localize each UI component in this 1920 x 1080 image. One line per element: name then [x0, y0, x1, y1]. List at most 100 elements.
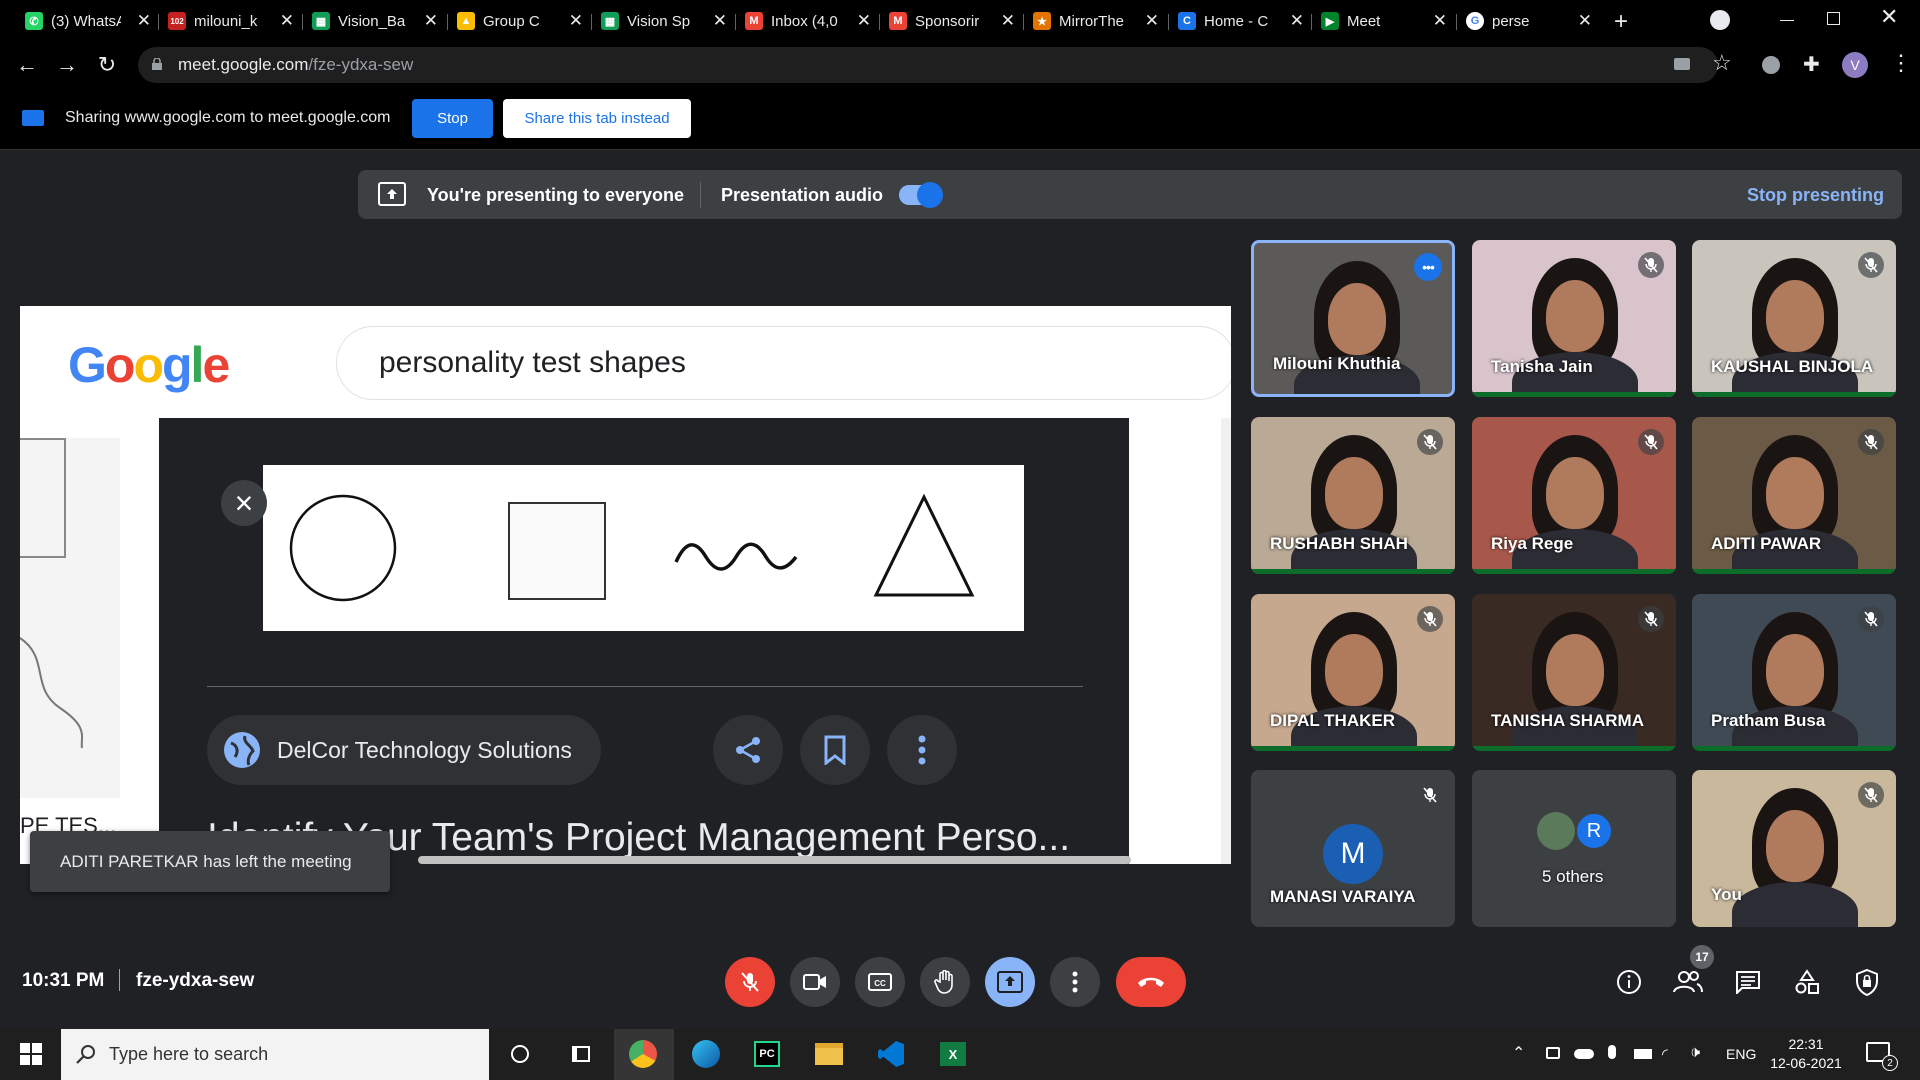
- people-icon[interactable]: [1673, 967, 1703, 997]
- meet-tray-icon[interactable]: [1546, 1047, 1560, 1059]
- horizontal-scrollbar[interactable]: [418, 856, 1131, 864]
- stop-presenting-button[interactable]: Stop presenting: [1747, 185, 1884, 206]
- microphone-toggle-button[interactable]: [725, 957, 775, 1007]
- minimize-icon[interactable]: [1780, 20, 1794, 21]
- participant-tile[interactable]: M MANASI VARAIYA: [1251, 770, 1455, 927]
- close-tab-icon[interactable]: ✕: [137, 11, 151, 31]
- browser-tab[interactable]: C Home - C ✕: [1170, 6, 1310, 36]
- task-view-icon[interactable]: [564, 1037, 598, 1071]
- camera-indicator-icon[interactable]: [1674, 58, 1690, 70]
- google-doodle-logo[interactable]: Google: [68, 336, 230, 394]
- participant-tile[interactable]: Pratham Busa: [1692, 594, 1896, 751]
- onedrive-icon[interactable]: [1574, 1049, 1594, 1059]
- reload-icon[interactable]: ↻: [92, 50, 122, 80]
- pycharm-taskbar-icon[interactable]: PC: [750, 1037, 784, 1071]
- extension-icon[interactable]: [1762, 56, 1780, 74]
- back-icon[interactable]: ←: [12, 50, 42, 80]
- participant-tile[interactable]: Tanisha Jain: [1472, 240, 1676, 397]
- presentation-audio-toggle[interactable]: [899, 182, 943, 208]
- vscode-taskbar-icon[interactable]: [874, 1037, 908, 1071]
- personality-shapes-image[interactable]: [263, 465, 1024, 631]
- camera-toggle-button[interactable]: [790, 957, 840, 1007]
- source-site-chip[interactable]: DelCor Technology Solutions: [207, 715, 601, 785]
- excel-taskbar-icon[interactable]: X: [936, 1037, 970, 1071]
- activities-icon[interactable]: [1792, 967, 1822, 997]
- cortana-icon[interactable]: [503, 1037, 537, 1071]
- participant-tile[interactable]: You: [1692, 770, 1896, 927]
- search-input[interactable]: personality test shapes: [336, 326, 1231, 400]
- microphone-tray-icon[interactable]: [1608, 1045, 1616, 1059]
- captions-button[interactable]: CC: [855, 957, 905, 1007]
- more-options-button[interactable]: [887, 715, 957, 785]
- square-shape: [508, 502, 606, 600]
- close-preview-icon[interactable]: ×: [221, 480, 267, 526]
- save-result-button[interactable]: [800, 715, 870, 785]
- volume-icon[interactable]: 🕩: [1690, 1044, 1700, 1062]
- close-window-icon[interactable]: ✕: [1880, 4, 1898, 30]
- raise-hand-button[interactable]: [920, 957, 970, 1007]
- participant-tile[interactable]: Riya Rege: [1472, 417, 1676, 574]
- tab-search-icon[interactable]: [1710, 10, 1730, 30]
- stop-sharing-button[interactable]: Stop: [412, 99, 493, 138]
- close-tab-icon[interactable]: ✕: [280, 11, 294, 31]
- share-this-tab-button[interactable]: Share this tab instead: [503, 99, 691, 138]
- more-actions-button[interactable]: [1050, 957, 1100, 1007]
- participant-tile[interactable]: DIPAL THAKER: [1251, 594, 1455, 751]
- restore-icon[interactable]: [1827, 12, 1840, 25]
- close-tab-icon[interactable]: ✕: [424, 11, 438, 31]
- participant-name: Pratham Busa: [1711, 711, 1826, 730]
- start-windows-icon[interactable]: [14, 1037, 48, 1071]
- host-controls-icon[interactable]: [1852, 967, 1882, 997]
- meeting-details-icon[interactable]: [1614, 967, 1644, 997]
- participant-tile[interactable]: KAUSHAL BINJOLA: [1692, 240, 1896, 397]
- forward-icon[interactable]: →: [52, 50, 82, 80]
- participant-tile[interactable]: R 5 others: [1472, 770, 1676, 927]
- battery-icon[interactable]: [1634, 1049, 1652, 1059]
- close-tab-icon[interactable]: ✕: [1433, 11, 1447, 31]
- address-bar[interactable]: meet.google.com/fze-ydxa-sew: [138, 47, 1718, 83]
- participant-tile[interactable]: RUSHABH SHAH: [1251, 417, 1455, 574]
- extensions-puzzle-icon[interactable]: ✚: [1803, 52, 1820, 77]
- close-tab-icon[interactable]: ✕: [1001, 11, 1015, 31]
- taskbar-search-input[interactable]: Type here to search: [61, 1029, 489, 1080]
- wifi-icon[interactable]: ◜: [1662, 1045, 1668, 1063]
- browser-tab[interactable]: M Inbox (4,0 ✕: [737, 6, 877, 36]
- show-hidden-icons-icon[interactable]: ⌃: [1512, 1043, 1525, 1063]
- participant-tile[interactable]: Milouni Khuthia •••: [1251, 240, 1455, 397]
- browser-tab[interactable]: ▦ Vision Sp ✕: [593, 6, 733, 36]
- close-tab-icon[interactable]: ✕: [857, 11, 871, 31]
- file-explorer-taskbar-icon[interactable]: [812, 1037, 846, 1071]
- close-tab-icon[interactable]: ✕: [1290, 11, 1304, 31]
- input-language[interactable]: ENG: [1726, 1046, 1756, 1062]
- new-tab-icon[interactable]: +: [1614, 8, 1628, 36]
- browser-tab[interactable]: 102 milouni_k ✕: [160, 6, 300, 36]
- close-tab-icon[interactable]: ✕: [713, 11, 727, 31]
- close-tab-icon[interactable]: ✕: [1578, 11, 1592, 31]
- profile-avatar[interactable]: V: [1842, 52, 1868, 78]
- tab-title: Meet: [1347, 12, 1381, 30]
- taskbar-clock[interactable]: 22:31 12-06-2021: [1766, 1035, 1846, 1073]
- share-result-button[interactable]: [713, 715, 783, 785]
- close-tab-icon[interactable]: ✕: [569, 11, 583, 31]
- browser-tab[interactable]: ✆ (3) WhatsApp ✕: [17, 6, 157, 36]
- leave-call-button[interactable]: [1116, 957, 1186, 1007]
- browser-tab[interactable]: M Sponsorir ✕: [881, 6, 1021, 36]
- bookmark-star-icon[interactable]: ☆: [1712, 50, 1732, 76]
- google-icon: G: [1466, 12, 1484, 30]
- browser-tab[interactable]: ★ MirrorThe ✕: [1025, 6, 1165, 36]
- page-scrollbar-track[interactable]: [1221, 418, 1231, 864]
- present-now-button[interactable]: [985, 957, 1035, 1007]
- browser-menu-icon[interactable]: ⋮: [1890, 50, 1912, 76]
- close-tab-icon[interactable]: ✕: [1145, 11, 1159, 31]
- mic-off-icon: [741, 972, 759, 992]
- browser-tab[interactable]: ▶ Meet ✕: [1313, 6, 1453, 36]
- edge-taskbar-icon[interactable]: [689, 1037, 723, 1071]
- chat-icon[interactable]: [1733, 967, 1763, 997]
- mic-off-icon: [1858, 252, 1884, 278]
- tab-title: Group C: [483, 12, 540, 30]
- browser-tab[interactable]: ▦ Vision_Ba ✕: [304, 6, 444, 36]
- participant-tile[interactable]: TANISHA SHARMA: [1472, 594, 1676, 751]
- participant-tile[interactable]: ADITI PAWAR: [1692, 417, 1896, 574]
- browser-tab[interactable]: ▲ Group C ✕: [449, 6, 589, 36]
- browser-tab[interactable]: Gperse ✕: [1458, 6, 1598, 36]
